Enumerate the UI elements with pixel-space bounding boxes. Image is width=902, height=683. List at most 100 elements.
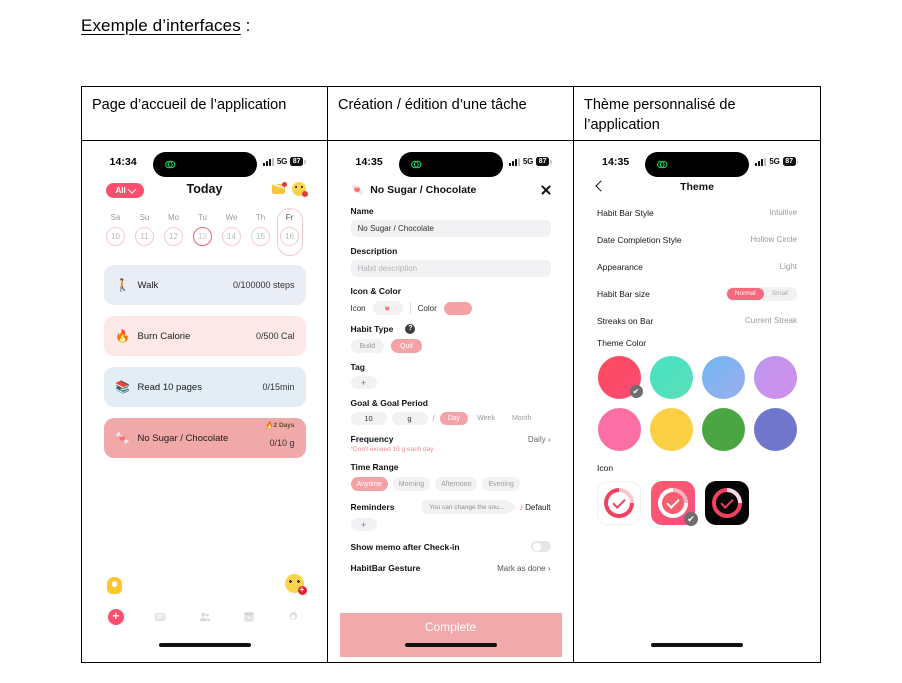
day-column-fr[interactable]: Fr 16 <box>276 208 303 256</box>
archive-icon <box>244 612 254 622</box>
day-column-mo[interactable]: Mo 12 <box>161 211 187 246</box>
setting-row-streaks-on-bar[interactable]: Streaks on Bar Current Streak <box>586 307 808 334</box>
day-column-th[interactable]: Th 15 <box>248 211 274 246</box>
add-reminder-button[interactable]: + <box>350 518 377 531</box>
tab-add[interactable]: + <box>94 604 138 630</box>
goal-period-month[interactable]: Month <box>504 412 539 425</box>
theme-settings-list: Habit Bar Style Intuitive Date Completio… <box>586 199 808 334</box>
icon-color-row: Icon 🍬 Color <box>351 301 551 315</box>
color-swatch[interactable] <box>701 356 745 399</box>
notes-icon <box>154 612 166 622</box>
setting-value: Hollow Circle <box>750 235 797 244</box>
week-calendar: Sa 10 Su 11 Mo 12 Tu 13 We 14 Th 15 Fr 1… <box>94 208 316 261</box>
tab-friends[interactable] <box>182 604 226 630</box>
check-ring-icon <box>604 488 634 518</box>
phone-mockup-home: 14:34 5G 87 All Today Sa 10 Su 11 Mo 12 … <box>93 149 316 657</box>
day-column-tu[interactable]: Tu 13 <box>190 211 216 246</box>
habit-card[interactable]: 🍬 No Sugar / Chocolate 🔥2 Days 0/10 g <box>103 418 306 458</box>
habit-emoji: 📚 <box>115 380 130 394</box>
size-option-small[interactable]: Small <box>764 288 796 300</box>
tab-notes[interactable] <box>138 604 182 630</box>
color-swatch[interactable] <box>753 356 797 399</box>
link-rings-icon <box>410 160 421 169</box>
habit-type-quit[interactable]: Quit <box>391 339 422 353</box>
setting-row-date-completion-style[interactable]: Date Completion Style Hollow Circle <box>586 226 808 253</box>
color-swatch[interactable] <box>701 408 745 451</box>
chevron-down-icon <box>127 184 136 194</box>
day-column-we[interactable]: We 14 <box>219 211 245 246</box>
gesture-row[interactable]: HabitBar Gesture Mark as done › <box>351 563 551 573</box>
goal-period-week[interactable]: Week <box>469 412 503 425</box>
status-indicators: 5G 87 <box>755 157 798 166</box>
description-input[interactable]: Habit description <box>350 260 551 277</box>
theme-color-label: Theme Color <box>597 338 647 348</box>
reminder-sound-button[interactable]: ♪ Default <box>519 503 550 512</box>
app-icon-light[interactable] <box>597 481 641 525</box>
time-range-afternoon[interactable]: Afternoon <box>435 477 478 491</box>
setting-row-habit-bar-style[interactable]: Habit Bar Style Intuitive <box>586 199 808 226</box>
mail-icon[interactable] <box>271 182 287 194</box>
goal-period-day[interactable]: Day <box>439 412 469 425</box>
name-input[interactable]: No Sugar / Chocolate <box>350 220 551 237</box>
home-topbar: All Today <box>94 181 316 205</box>
home-title: Today <box>186 182 223 196</box>
battery-tip <box>796 159 798 164</box>
tab-settings[interactable] <box>271 604 315 630</box>
day-number: 14 <box>222 227 241 246</box>
status-bar-home: 14:34 5G 87 <box>94 149 316 179</box>
tab-archive[interactable] <box>227 604 271 630</box>
habit-type-build[interactable]: Build <box>350 339 385 353</box>
frequency-hint: *Don't exceed 10 g each day <box>350 446 434 453</box>
day-of-week: We <box>225 213 238 222</box>
app-icon-dark[interactable] <box>705 481 749 525</box>
goal-unit-input[interactable]: g <box>391 412 428 425</box>
habit-card[interactable]: 🚶 Walk 0/100000 steps <box>103 265 306 305</box>
lightbulb-icon[interactable] <box>106 577 122 594</box>
add-friend-face-icon[interactable] <box>284 574 307 595</box>
memo-toggle[interactable] <box>530 541 551 552</box>
close-icon[interactable] <box>540 184 552 196</box>
screens-table: Page d’accueil de l’application 14:34 5G… <box>81 86 821 663</box>
color-swatch[interactable] <box>597 408 641 451</box>
goal-period-segment: Day Week Month <box>439 412 540 425</box>
goal-amount-input[interactable]: 10 <box>350 412 387 425</box>
time-range-anytime[interactable]: Anytime <box>350 477 388 491</box>
color-swatch[interactable] <box>649 408 693 451</box>
app-icon-pink[interactable]: ✔ <box>651 481 698 526</box>
home-indicator <box>158 643 251 647</box>
color-swatch[interactable] <box>753 408 797 451</box>
size-option-normal[interactable]: Normal <box>726 287 764 300</box>
column-header-home: Page d’accueil de l’application <box>82 87 327 141</box>
habit-emoji: 🍬 <box>115 431 130 445</box>
setting-row-appearance[interactable]: Appearance Light <box>586 253 808 280</box>
color-swatch[interactable] <box>649 356 693 399</box>
add-tag-button[interactable]: + <box>350 376 377 389</box>
time-range-morning[interactable]: Morning <box>392 477 431 491</box>
filter-all-button[interactable]: All <box>105 183 144 198</box>
divider <box>409 302 411 314</box>
color-picker-button[interactable] <box>443 301 472 315</box>
color-swatch[interactable]: ✔ <box>597 356 643 399</box>
icon-picker-button[interactable]: 🍬 <box>372 301 403 315</box>
app-icon-options: ✔ <box>586 473 808 526</box>
habit-type-label: Habit Type <box>350 324 394 334</box>
habit-card[interactable]: 📚 Read 10 pages 0/15min <box>103 367 306 407</box>
network-label: 5G <box>769 157 780 166</box>
frequency-row[interactable]: Frequency Daily › <box>351 434 551 444</box>
name-value: No Sugar / Chocolate <box>357 224 435 233</box>
home-header-icons <box>271 182 308 197</box>
habit-card-list: 🚶 Walk 0/100000 steps 🔥 Burn Calorie 0/5… <box>94 265 316 458</box>
day-of-week: Su <box>139 213 150 222</box>
day-number: 10 <box>106 227 125 246</box>
habit-emoji: 🚶 <box>115 278 130 292</box>
day-column-sa[interactable]: Sa 10 <box>103 211 129 246</box>
time-range-evening[interactable]: Evening <box>482 477 520 491</box>
profile-face-icon[interactable] <box>291 182 308 197</box>
day-column-su[interactable]: Su 11 <box>132 211 158 246</box>
complete-button[interactable]: Complete <box>339 613 562 657</box>
help-icon[interactable]: ? <box>405 324 416 334</box>
battery-level: 87 <box>536 157 549 166</box>
icon-label: Icon <box>350 303 366 313</box>
home-indicator <box>404 643 497 647</box>
habit-card[interactable]: 🔥 Burn Calorie 0/500 Cal <box>103 316 306 356</box>
